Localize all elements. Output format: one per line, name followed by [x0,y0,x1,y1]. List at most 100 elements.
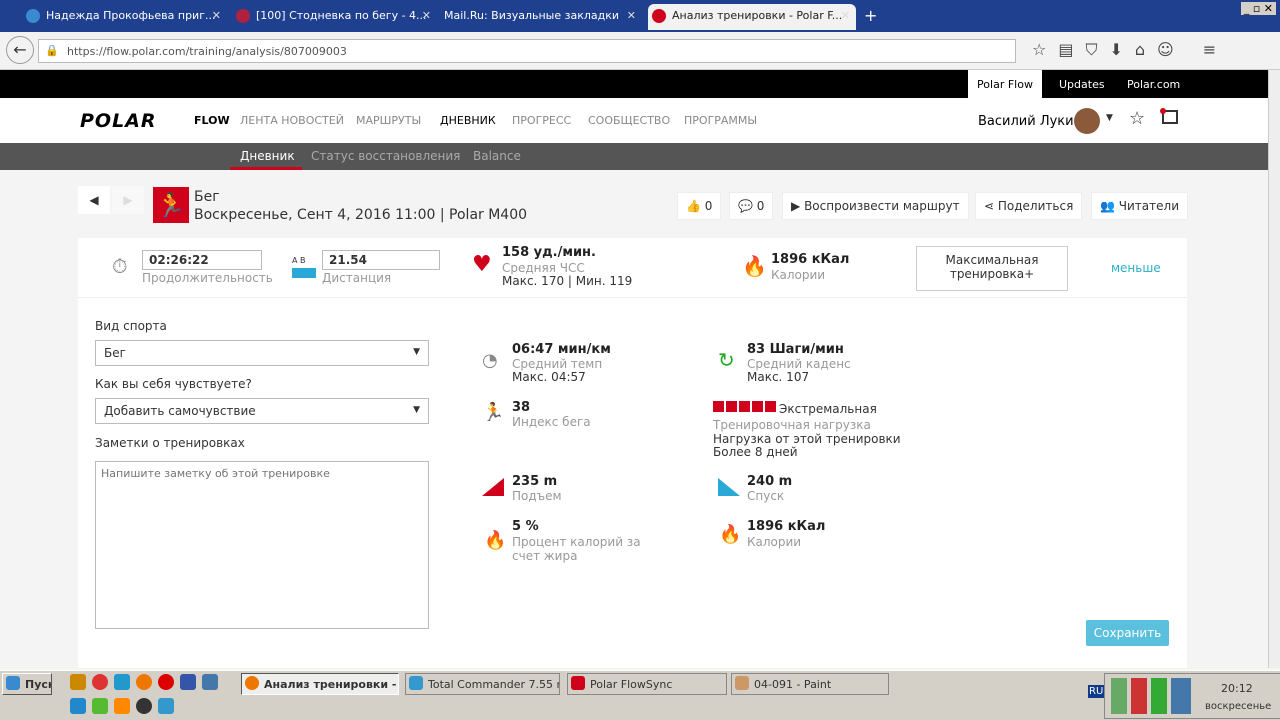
notes-textarea[interactable] [95,461,429,629]
ascent-value: 235 m [512,474,558,489]
save-button[interactable]: Сохранить [1086,620,1169,646]
chrome-icon[interactable] [92,674,108,690]
odnoklassniki-icon[interactable] [114,698,130,714]
pace-value: 06:47 мин/км [512,342,611,357]
app-icon[interactable] [92,698,108,714]
duration-field[interactable]: 02:26:22 [142,250,262,270]
browser-tab-bar: Надежда Прокофьева приг... ✕ [100] Стодне… [0,0,1280,32]
nav-programs[interactable]: ПРОГРАММЫ [684,114,757,127]
prev-button[interactable]: ◀ [78,186,110,214]
clock-day: воскресенье [1205,701,1272,712]
scrollbar[interactable] [1268,70,1280,668]
back-button[interactable]: ← [6,36,34,64]
window-controls[interactable]: _ ▫ ✕ [1240,2,1276,15]
flowsync-icon [571,676,585,690]
hr-minmax: Макс. 170 | Мин. 119 [502,274,633,288]
close-tab-icon[interactable]: ✕ [841,9,850,22]
load-bar-segment [726,401,737,412]
link-polar-flow[interactable]: Polar Flow [968,70,1042,98]
opera-icon[interactable] [158,674,174,690]
windows-logo-icon [6,676,20,690]
nav-news[interactable]: ЛЕНТА НОВОСТЕЙ [240,114,344,127]
sport-select[interactable]: Бег ▼ [95,340,429,366]
play-icon: ▶ [791,199,801,213]
next-button[interactable]: ▶ [112,186,144,214]
descent-value: 240 m [747,474,793,489]
url-bar[interactable]: https://flow.polar.com/training/analysis… [38,39,1016,63]
close-tab-icon[interactable]: ✕ [627,9,636,22]
ascent-icon [482,478,504,496]
ruler-icon [292,268,316,278]
taskbar-window-label: Polar FlowSync [590,678,673,691]
nav-diary[interactable]: ДНЕВНИК [440,114,496,127]
app-icon[interactable] [158,698,174,714]
less-link[interactable]: меньше [1111,261,1161,275]
like-button[interactable]: 👍 0 [677,192,722,220]
share-icon: ⋖ [984,199,995,213]
training-load-value: Экстремальная [779,402,877,416]
tab-title: Анализ тренировки - Polar F... [672,9,843,22]
new-tab-button[interactable]: + [864,6,877,25]
toolbar-icons[interactable]: ☆▤⛉⬇⌂☺ ≡ [1032,40,1228,60]
link-updates[interactable]: Updates [1059,70,1105,98]
running-index-icon: 🏃 [482,402,505,423]
taskbar: Пуск Анализ тренировки - ... Total Comma… [0,670,1280,720]
feeling-select[interactable]: Добавить самочувствие ▼ [95,398,429,424]
taskbar-window-label: Анализ тренировки - ... [264,678,399,691]
hr-label: Средняя ЧСС [502,261,585,275]
app-icon[interactable] [70,674,86,690]
browser-tab[interactable]: Mail.Ru: Визуальные закладки ✕ [420,4,642,30]
taskbar-window-flowsync[interactable]: Polar FlowSync [567,673,727,695]
like-count: 0 [704,199,713,213]
tab-favicon-icon [652,9,666,23]
running-icon: 🏃 [153,187,189,223]
comment-count: 0 [756,199,765,213]
calories-value: 1896 кКал [771,252,850,267]
readers-button[interactable]: 👥 Читатели [1091,192,1188,220]
subnav-balance[interactable]: Balance [473,149,521,163]
notification-dot [1160,108,1166,114]
polar-logo[interactable]: POLAR [80,110,157,132]
nav-community[interactable]: СООБЩЕСТВО [588,114,670,127]
link-polar-com[interactable]: Polar.com [1127,70,1180,98]
start-button[interactable]: Пуск [2,673,52,695]
notes-label: Заметки о тренировках [95,436,245,450]
star-icon[interactable]: ☆ [1129,108,1145,129]
load-bar-segment [713,401,724,412]
share-button[interactable]: ⋖ Поделиться [975,192,1083,220]
firefox-icon[interactable] [136,674,152,690]
browser-tab-active[interactable]: Анализ тренировки - Polar F... ✕ [648,4,856,30]
descent-label: Спуск [747,489,785,503]
distance-field[interactable]: 21.54 [322,250,440,270]
nav-routes[interactable]: МАРШРУТЫ [356,114,421,127]
flame-icon: 🔥 [484,530,507,551]
close-tab-icon[interactable]: ✕ [212,9,221,22]
replay-route-button[interactable]: ▶ Воспроизвести маршрут [782,192,969,220]
max-training-button[interactable]: Максимальная тренировка+ [916,246,1068,291]
sport-select-value: Бег [104,346,126,360]
taskbar-window-total-commander[interactable]: Total Commander 7.55 r... [405,673,560,695]
comment-button[interactable]: 💬 0 [729,192,774,220]
avatar[interactable] [1074,108,1100,134]
subnav-recovery[interactable]: Статус восстановления [311,149,460,163]
taskbar-window-paint[interactable]: 04-091 - Paint [731,673,889,695]
vk-icon[interactable] [202,674,218,690]
taskbar-window-firefox[interactable]: Анализ тренировки - ... [241,673,399,695]
media-player-icon[interactable] [136,698,152,714]
tab-favicon-icon [26,9,40,23]
chevron-down-icon[interactable]: ▼ [1106,113,1113,123]
language-indicator[interactable]: RU [1088,685,1105,698]
app-icon[interactable] [114,674,130,690]
stopwatch-icon: ⏱ [112,254,128,278]
fat-value: 5 % [512,519,539,534]
tray-icons[interactable] [1111,678,1191,714]
browser-tab[interactable]: [100] Стодневка по бегу - 4... ✕ [232,4,437,30]
tab-title: [100] Стодневка по бегу - 4... [256,9,427,22]
save-icon[interactable] [180,674,196,690]
user-name[interactable]: Василий Лукин [978,114,1082,129]
browser-tab[interactable]: Надежда Прокофьева приг... ✕ [22,4,227,30]
ie-icon[interactable] [70,698,86,714]
active-underline [230,167,302,170]
subnav-diary[interactable]: Дневник [240,149,295,163]
nav-progress[interactable]: ПРОГРЕСС [512,114,571,127]
